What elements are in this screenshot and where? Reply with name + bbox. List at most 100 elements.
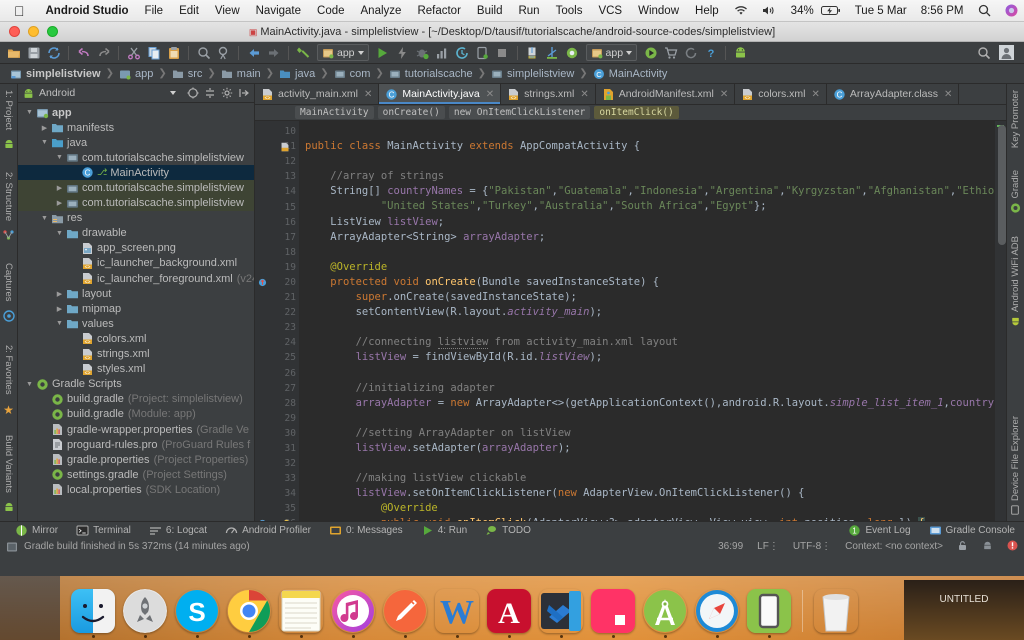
module-selector[interactable]: app xyxy=(317,44,369,61)
code-line-34[interactable]: listView.setOnItemClickListener(new Adap… xyxy=(305,486,994,501)
context-indicator[interactable]: Context: <no context> xyxy=(838,541,950,552)
code-line-18[interactable] xyxy=(305,245,994,260)
menu-item-edit[interactable]: Edit xyxy=(171,5,207,17)
chevron-down-icon[interactable]: ▼ xyxy=(54,230,65,237)
sdk-cart-icon[interactable] xyxy=(661,43,680,62)
chevron-down-icon[interactable]: ▼ xyxy=(24,381,35,388)
menu-item-navigate[interactable]: Navigate xyxy=(248,5,309,17)
bottom-tool-android-profiler[interactable]: Android Profiler xyxy=(216,524,320,537)
tree-item-strings-xml[interactable]: <> strings.xml xyxy=(18,347,254,362)
tree-item-gradle-wrapper-properties[interactable]: gradle-wrapper.properties (Gradle Ve xyxy=(18,422,254,437)
bottom-tool-terminal[interactable]: Terminal xyxy=(67,524,140,537)
dock-item-itunes[interactable] xyxy=(330,589,376,638)
line-number-14[interactable]: 14 xyxy=(255,184,299,199)
chevron-right-icon[interactable]: ▶ xyxy=(54,305,65,313)
code-line-15[interactable]: "United States","Turkey","Australia","So… xyxy=(305,199,994,214)
sdk-manager-icon[interactable] xyxy=(543,43,562,62)
caret-position[interactable]: 36:99 xyxy=(711,541,750,552)
line-number-19[interactable]: 19 xyxy=(255,260,299,275)
line-number-30[interactable]: 30 xyxy=(255,426,299,441)
hide-icon[interactable] xyxy=(237,87,250,100)
dock-item-finder[interactable] xyxy=(70,589,116,638)
line-number-32[interactable]: 32 xyxy=(255,456,299,471)
redo-icon[interactable] xyxy=(94,43,113,62)
volume-icon[interactable] xyxy=(755,5,784,16)
apple-icon[interactable]:  xyxy=(0,4,38,18)
battery-charging-icon[interactable] xyxy=(820,5,848,16)
breadcrumb-item-tutorialscache[interactable]: tutorialscache xyxy=(385,68,477,80)
dock-item-invision[interactable] xyxy=(590,589,636,638)
editor-scrollbar-thumb[interactable] xyxy=(998,125,1006,245)
menu-time[interactable]: 8:56 PM xyxy=(914,5,971,17)
sidebar-item-gradle[interactable]: Gradle xyxy=(1010,164,1021,220)
line-number-11[interactable]: 11 xyxy=(255,139,299,154)
chevron-down-icon[interactable]: ▼ xyxy=(24,109,35,116)
tree-item-app[interactable]: ▼ app xyxy=(18,105,254,120)
layout-inspector-icon[interactable] xyxy=(473,43,492,62)
line-number-gutter[interactable]: 10 11 12 13 14 15 16 17 18 19 20 21 22 23 24 25 26 27 28 29… xyxy=(255,121,299,521)
line-number-16[interactable]: 16 xyxy=(255,215,299,230)
tree-item-build-gradle[interactable]: build.gradle (Module: app) xyxy=(18,407,254,422)
line-number-20[interactable]: 20 xyxy=(255,275,299,290)
tree-item-local-properties[interactable]: local.properties (SDK Location) xyxy=(18,482,254,497)
build-hammer-icon[interactable] xyxy=(294,43,313,62)
avd-run-icon[interactable] xyxy=(641,43,660,62)
code-line-16[interactable]: ListView listView; xyxy=(305,215,994,230)
error-stripe-markers[interactable] xyxy=(994,121,1006,521)
code-line-29[interactable] xyxy=(305,411,994,426)
menu-app-name[interactable]: Android Studio xyxy=(38,5,137,17)
android-icon[interactable] xyxy=(731,43,750,62)
breadcrumb-item-app[interactable]: app xyxy=(115,68,157,80)
dock-item-adobe-acrobat[interactable]: A xyxy=(486,589,532,638)
breadcrumb-item-mainactivity[interactable]: C MainActivity xyxy=(589,68,672,80)
tree-item-gradle-properties[interactable]: gradle.properties (Project Properties) xyxy=(18,452,254,467)
menu-item-run[interactable]: Run xyxy=(510,5,547,17)
debug-icon[interactable] xyxy=(413,43,432,62)
tree-item-java[interactable]: ▼ java xyxy=(18,135,254,150)
profile-icon[interactable] xyxy=(433,43,452,62)
code-line-22[interactable]: setContentView(R.layout.activity_main); xyxy=(305,305,994,320)
code-line-20[interactable]: protected void onCreate(Bundle savedInst… xyxy=(305,275,994,290)
context-chip-oncreate[interactable]: onCreate() xyxy=(377,106,445,119)
copy-icon[interactable] xyxy=(144,43,163,62)
cut-icon[interactable] xyxy=(124,43,143,62)
line-number-21[interactable]: 21 xyxy=(255,290,299,305)
context-chip-mainactivity[interactable]: MainActivity xyxy=(295,106,374,119)
collapse-all-icon[interactable] xyxy=(203,87,216,100)
chevron-right-icon[interactable]: ▶ xyxy=(54,199,65,207)
context-chip-new-onitemclicklistener[interactable]: new OnItemClickListener xyxy=(448,106,591,119)
line-number-31[interactable]: 31 xyxy=(255,441,299,456)
dock-item-device-emulator[interactable] xyxy=(746,589,792,638)
menu-item-window[interactable]: Window xyxy=(630,5,687,17)
tree-item-com-tutorialscache-simplelistview[interactable]: ▶ com.tutorialscache.simplelistview xyxy=(18,195,254,211)
line-number-34[interactable]: 34 xyxy=(255,486,299,501)
line-number-24[interactable]: 24 xyxy=(255,335,299,350)
module-selector-secondary[interactable]: app xyxy=(585,44,638,61)
breadcrumb-item-simplelistview[interactable]: simplelistview xyxy=(6,68,105,80)
code-line-23[interactable] xyxy=(305,320,994,335)
stop-icon[interactable] xyxy=(493,43,512,62)
code-line-35[interactable]: @Override xyxy=(305,501,994,516)
code-line-24[interactable]: //connecting listview from activity_main… xyxy=(305,335,994,350)
dock-item-trash[interactable] xyxy=(813,589,859,638)
menu-item-refactor[interactable]: Refactor xyxy=(409,5,468,17)
dock-item-skype[interactable]: S xyxy=(174,589,220,638)
code-line-31[interactable]: listView.setAdapter(arrayAdapter); xyxy=(305,441,994,456)
code-line-19[interactable]: @Override xyxy=(305,260,994,275)
editor-tab-colors-xml[interactable]: <> colors.xml ✕ xyxy=(735,84,827,104)
code-line-10[interactable] xyxy=(305,124,994,139)
close-tab-icon[interactable]: ✕ xyxy=(944,89,952,100)
tree-item-ic-launcher-foreground-xml[interactable]: <> ic_launcher_foreground.xml(v24) xyxy=(18,271,254,286)
line-number-22[interactable]: 22 xyxy=(255,305,299,320)
code-line-28[interactable]: arrayAdapter = new ArrayAdapter<>(getApp… xyxy=(305,396,994,411)
dock-item-microsoft-word[interactable]: W xyxy=(434,589,480,638)
chevron-right-icon[interactable]: ▶ xyxy=(54,290,65,298)
tree-item-ic-launcher-background-xml[interactable]: <> ic_launcher_background.xml xyxy=(18,256,254,271)
close-tab-icon[interactable]: ✕ xyxy=(486,89,494,100)
search-everywhere-icon[interactable] xyxy=(974,43,993,62)
dock-item-launchpad[interactable] xyxy=(122,589,168,638)
code-line-26[interactable] xyxy=(305,366,994,381)
code-line-17[interactable]: ArrayAdapter<String> arrayAdapter; xyxy=(305,230,994,245)
editor-tab-strings-xml[interactable]: <> strings.xml ✕ xyxy=(501,84,596,104)
override-gutter-icon[interactable] xyxy=(257,518,268,521)
